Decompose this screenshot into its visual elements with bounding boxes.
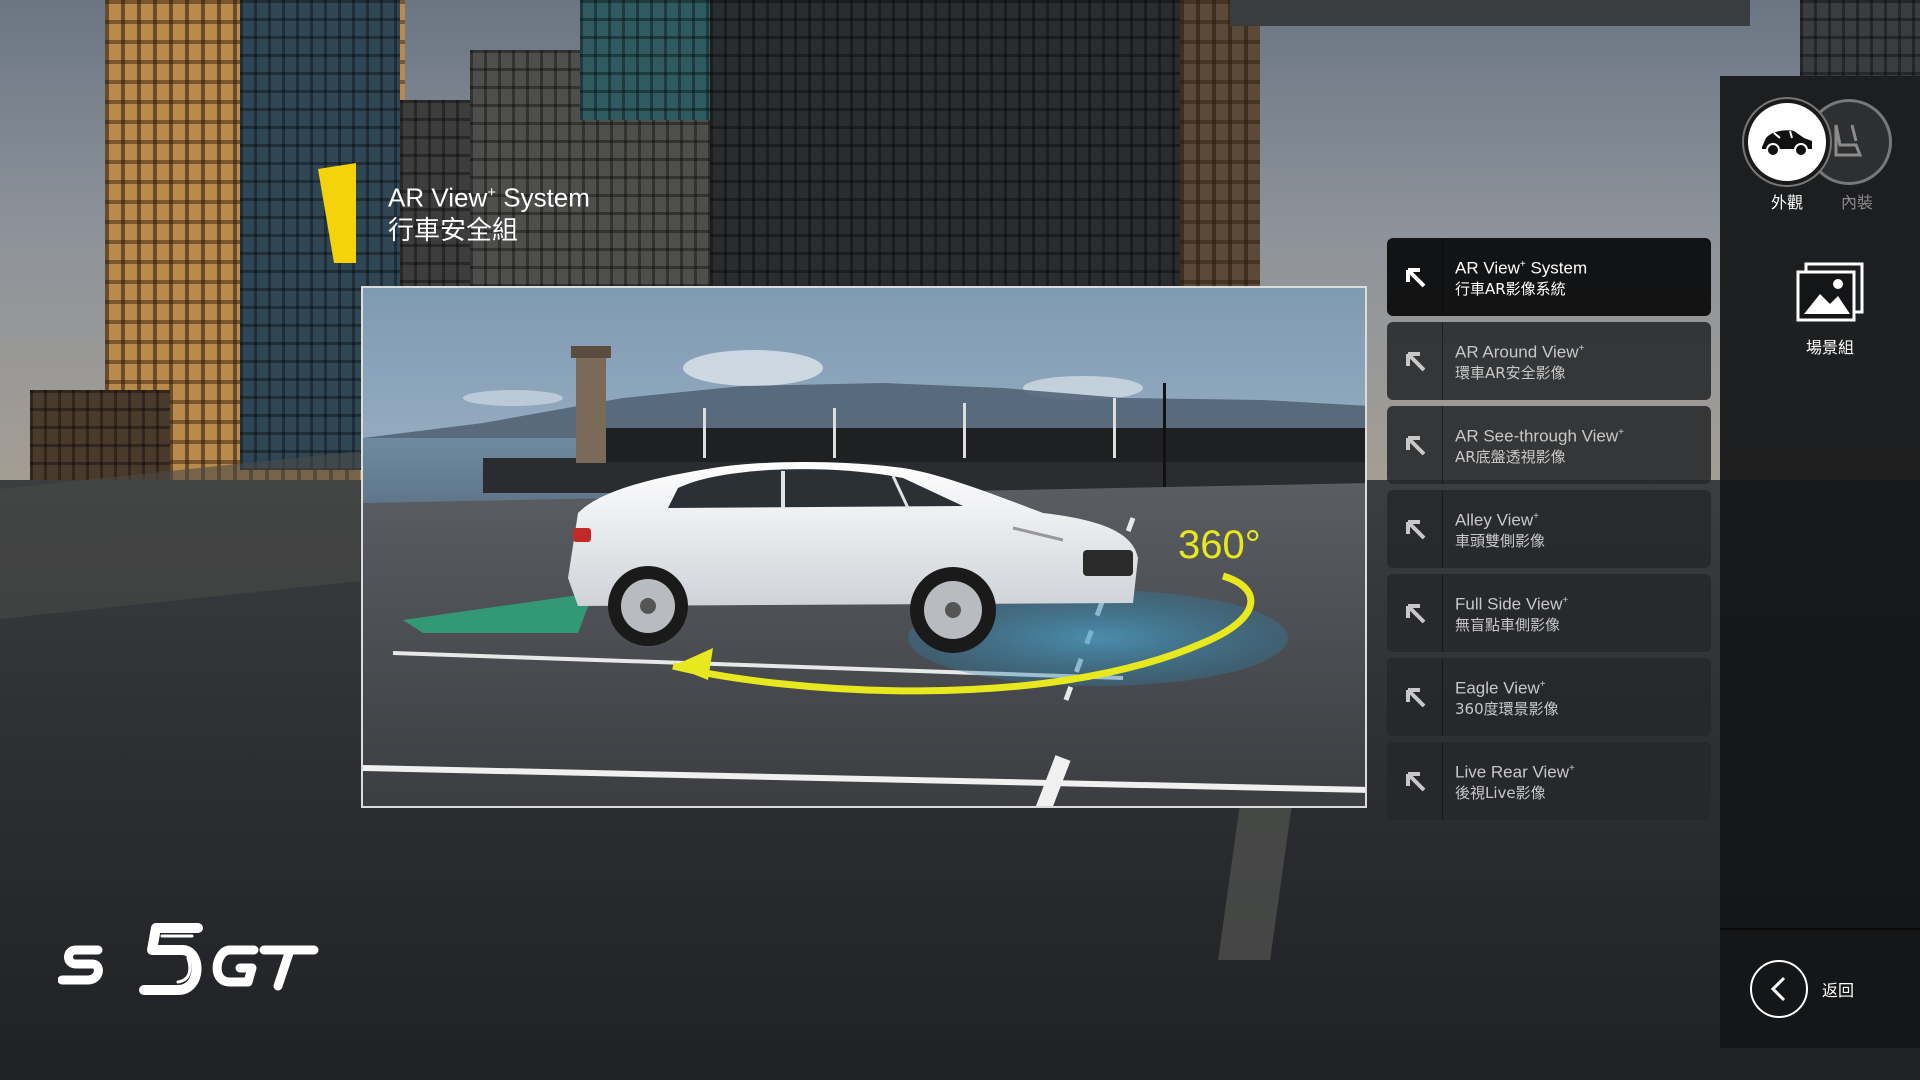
scene-label: 場景組 (1805, 338, 1854, 357)
feature-item[interactable]: AR See-through View+ AR底盤透視影像 (1387, 406, 1711, 484)
feature-item[interactable]: Alley View+ 車頭雙側影像 (1387, 490, 1711, 568)
feature-en-sup: + (1618, 427, 1625, 439)
feature-photo-illustration: 360° (363, 288, 1365, 806)
background-building (580, 0, 720, 120)
feature-arrow-box (1387, 322, 1443, 400)
feature-item[interactable]: AR Around View+ 環車AR安全影像 (1387, 322, 1711, 400)
page-title-en: AR View+ System (388, 176, 590, 215)
scene-button[interactable]: 場景組 (1780, 262, 1880, 358)
seat-icon (1834, 124, 1863, 157)
feature-en-name: Live Rear View (1455, 762, 1570, 782)
arrow-up-left-icon (1405, 268, 1425, 288)
s5gt-logo (58, 923, 319, 995)
feature-en-label: Eagle View+ (1455, 675, 1559, 699)
feature-en-name: AR See-through View (1455, 426, 1619, 446)
page-title-zh: 行車安全組 (388, 215, 519, 246)
feature-arrow-box (1387, 490, 1443, 568)
feature-en-sup: + (1539, 679, 1546, 691)
feature-en-tail: System (1525, 258, 1588, 278)
exterior-view-button[interactable]: 外觀 (1744, 99, 1830, 213)
app-stage: AR View+ System 行車安全組 360° AR View+ Syst… (0, 0, 1920, 1080)
feature-en-label: Full Side View+ (1455, 591, 1568, 615)
arrow-up-left-icon (1405, 772, 1425, 792)
feature-en-sup: + (1578, 343, 1585, 355)
right-sidebar: 內裝 外觀 場景組 返回 (1720, 76, 1920, 1048)
feature-item[interactable]: Live Rear View+ 後視Live影像 (1387, 742, 1711, 820)
feature-text: Live Rear View+ 後視Live影像 (1443, 759, 1575, 803)
ar-360-label: 360° (1178, 523, 1261, 567)
background-overpass (1230, 0, 1750, 26)
feature-arrow-box (1387, 658, 1443, 736)
feature-zh-label: 車頭雙側影像 (1455, 531, 1546, 550)
feature-photo: 360° (361, 286, 1367, 808)
feature-arrow-box (1387, 238, 1443, 316)
feature-zh-label: 行車AR影像系統 (1455, 279, 1566, 298)
feature-zh-label: 後視Live影像 (1455, 783, 1546, 802)
arrow-up-left-icon (1405, 520, 1425, 540)
feature-en-name: Full Side View (1455, 594, 1563, 614)
feature-en-name: Eagle View (1455, 678, 1540, 698)
feature-en-label: Alley View+ (1455, 507, 1545, 531)
feature-en-sup: + (1569, 763, 1575, 775)
back-button[interactable]: 返回 (1750, 960, 1854, 1018)
page-title: AR View+ System 行車安全組 (388, 176, 590, 248)
sidebar-divider (1720, 928, 1920, 930)
feature-en-sup: + (1533, 511, 1539, 523)
feature-zh-label: 環車AR安全影像 (1455, 363, 1566, 382)
feature-en-label: AR See-through View+ (1455, 423, 1624, 447)
interior-label: 內裝 (1840, 193, 1873, 212)
feature-text: AR Around View+ 環車AR安全影像 (1443, 339, 1584, 383)
feature-en-label: AR View+ System (1455, 255, 1587, 279)
feature-text: AR See-through View+ AR底盤透視影像 (1443, 423, 1624, 467)
title-accent-flag (318, 163, 356, 263)
feature-en-label: AR Around View+ (1455, 339, 1584, 363)
feature-zh-label: 無盲點車側影像 (1455, 615, 1561, 634)
feature-text: Eagle View+ 360度環景影像 (1443, 675, 1559, 719)
background-building (1180, 0, 1260, 300)
feature-en-name: AR View (1455, 258, 1520, 278)
feature-zh-label: 360度環景影像 (1455, 699, 1559, 718)
feature-text: Alley View+ 車頭雙側影像 (1443, 507, 1545, 551)
feature-item[interactable]: Full Side View+ 無盲點車側影像 (1387, 574, 1711, 652)
feature-en-name: AR Around View (1455, 342, 1579, 362)
back-circle (1750, 960, 1808, 1018)
feature-item[interactable]: AR View+ System 行車AR影像系統 (1387, 238, 1711, 316)
title-en-main: AR View (388, 182, 488, 213)
feature-item[interactable]: Eagle View+ 360度環景影像 (1387, 658, 1711, 736)
feature-zh-label: AR底盤透視影像 (1455, 447, 1566, 466)
title-en-sup: + (487, 184, 496, 201)
exterior-label: 外觀 (1770, 193, 1803, 212)
arrow-up-left-icon (1405, 604, 1425, 624)
back-label: 返回 (1822, 981, 1855, 1000)
car-icon (1762, 130, 1812, 157)
feature-en-sup: + (1562, 595, 1569, 607)
feature-arrow-box (1387, 406, 1443, 484)
feature-list: AR View+ System 行車AR影像系統 AR Around View+ 環車… (1387, 238, 1711, 826)
exterior-circle (1744, 99, 1830, 185)
image-gallery-icon (1796, 262, 1864, 322)
feature-text: AR View+ System 行車AR影像系統 (1443, 255, 1587, 299)
background-building (1800, 0, 1920, 80)
feature-en-name: Alley View (1455, 510, 1534, 530)
arrow-up-left-icon (1405, 352, 1425, 372)
arrow-up-left-icon (1405, 688, 1425, 708)
feature-arrow-box (1387, 742, 1443, 820)
chevron-left-icon (1770, 976, 1786, 1002)
arrow-up-left-icon (1405, 436, 1425, 456)
feature-en-label: Live Rear View+ (1455, 759, 1575, 783)
feature-text: Full Side View+ 無盲點車側影像 (1443, 591, 1568, 635)
feature-arrow-box (1387, 574, 1443, 652)
title-en-tail: System (496, 182, 590, 213)
